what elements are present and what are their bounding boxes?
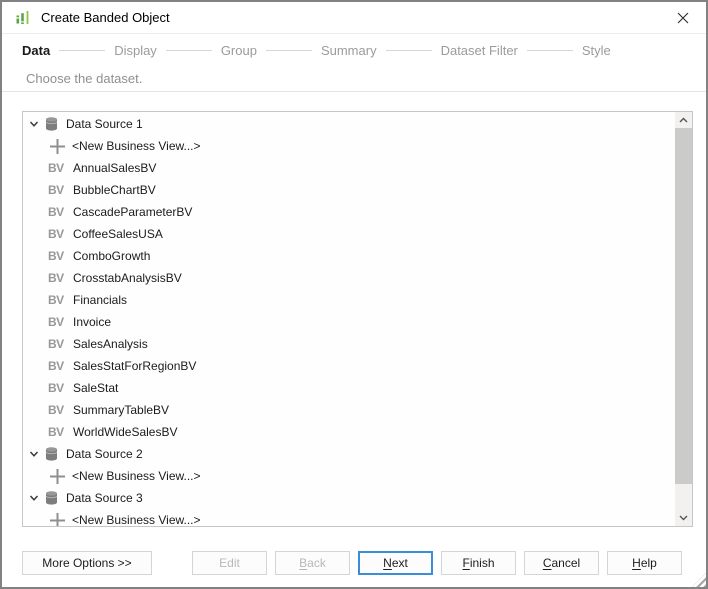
tree-node-label: <New Business View...> (72, 139, 201, 153)
tree-node-label: WorldWideSalesBV (73, 425, 178, 439)
chevron-down-icon[interactable] (27, 491, 41, 505)
tree-row[interactable]: BV SalesAnalysis (23, 333, 674, 355)
header-separator (2, 91, 706, 92)
database-icon (43, 490, 60, 507)
tree-row[interactable]: Data Source 3 (23, 487, 674, 509)
bv-badge-icon: BV (48, 271, 64, 285)
tree-row[interactable]: BV CascadeParameterBV (23, 201, 674, 223)
bv-badge-icon: BV (48, 183, 64, 197)
close-icon[interactable] (670, 5, 696, 31)
tree-node-label: CascadeParameterBV (73, 205, 193, 219)
tree-row[interactable]: BV SaleStat (23, 377, 674, 399)
resize-grip-icon[interactable] (692, 573, 706, 587)
tree-node-label: Financials (73, 293, 128, 307)
bv-badge-icon: BV (48, 425, 64, 439)
tree-row[interactable]: BV ComboGrowth (23, 245, 674, 267)
tree-node-label: AnnualSalesBV (73, 161, 157, 175)
create-banded-object-dialog: Create Banded Object Data Display Group Sum… (0, 0, 708, 589)
bar-chart-icon (15, 9, 32, 26)
bv-badge-icon: BV (48, 293, 64, 307)
wizard-step-data[interactable]: Data (22, 43, 50, 58)
bv-badge-icon: BV (48, 381, 64, 395)
tree-row[interactable]: BV Financials (23, 289, 674, 311)
plus-icon (49, 512, 66, 526)
tree-node-label: <New Business View...> (72, 469, 201, 483)
tree-node-label: Data Source 1 (66, 117, 143, 131)
wizard-buttons: Edit Back Next Finish Cancel Help (192, 551, 690, 575)
tree-row[interactable]: BV CoffeeSalesUSA (23, 223, 674, 245)
tree-row[interactable]: Data Source 1 (23, 113, 674, 135)
tree-node-label: ComboGrowth (73, 249, 151, 263)
wizard-step-summary[interactable]: Summary (321, 43, 377, 58)
tree-row[interactable]: BV SalesStatForRegionBV (23, 355, 674, 377)
bv-badge-icon: BV (48, 403, 64, 417)
tree-node-label: Data Source 3 (66, 491, 143, 505)
tree-node-label: BubbleChartBV (73, 183, 156, 197)
bv-badge-icon: BV (48, 161, 64, 175)
bv-badge-icon: BV (48, 227, 64, 241)
database-icon (43, 446, 60, 463)
bv-badge-icon: BV (48, 315, 64, 329)
tree-node-label: Data Source 2 (66, 447, 143, 461)
wizard-step-dataset-filter[interactable]: Dataset Filter (441, 43, 518, 58)
help-button[interactable]: Help (607, 551, 682, 575)
plus-icon (49, 138, 66, 155)
finish-button[interactable]: Finish (441, 551, 516, 575)
tree-row[interactable]: BV CrosstabAnalysisBV (23, 267, 674, 289)
tree-row[interactable]: BV WorldWideSalesBV (23, 421, 674, 443)
tree-row[interactable]: <New Business View...> (23, 465, 674, 487)
tree-row[interactable]: Data Source 2 (23, 443, 674, 465)
wizard-subtitle: Choose the dataset. (26, 71, 143, 86)
back-button[interactable]: Back (275, 551, 350, 575)
wizard-step-group[interactable]: Group (221, 43, 257, 58)
tree-node-label: CrosstabAnalysisBV (73, 271, 182, 285)
chevron-up-icon[interactable] (675, 112, 692, 128)
bv-badge-icon: BV (48, 205, 64, 219)
plus-icon (49, 468, 66, 485)
chevron-down-icon[interactable] (675, 510, 692, 526)
wizard-steps: Data Display Group Summary Dataset Filter Sty… (22, 38, 690, 62)
database-icon (43, 116, 60, 133)
step-connector (165, 49, 212, 51)
vertical-scrollbar[interactable] (675, 112, 692, 526)
title-bar: Create Banded Object (2, 2, 706, 34)
tree-node-label: SaleStat (73, 381, 119, 395)
tree-node-label: SummaryTableBV (73, 403, 170, 417)
tree-row[interactable]: <New Business View...> (23, 135, 674, 157)
edit-button[interactable]: Edit (192, 551, 267, 575)
window-title: Create Banded Object (41, 10, 170, 25)
step-connector (526, 49, 573, 51)
wizard-step-display[interactable]: Display (114, 43, 157, 58)
tree-node-label: SalesAnalysis (73, 337, 148, 351)
tree-node-label: SalesStatForRegionBV (73, 359, 197, 373)
tree-row[interactable]: <New Business View...> (23, 509, 674, 527)
chevron-down-icon[interactable] (27, 447, 41, 461)
tree-node-label: <New Business View...> (72, 513, 201, 527)
dataset-tree: Data Source 1 <New Business View...> BV Ann… (23, 113, 674, 527)
tree-row[interactable]: BV SummaryTableBV (23, 399, 674, 421)
more-options-button[interactable]: More Options >> (22, 551, 152, 575)
chevron-down-icon[interactable] (27, 117, 41, 131)
tree-node-label: CoffeeSalesUSA (73, 227, 163, 241)
step-connector (385, 49, 432, 51)
dataset-tree-panel: Data Source 1 <New Business View...> BV Ann… (22, 111, 693, 527)
next-button[interactable]: Next (358, 551, 433, 575)
tree-row[interactable]: BV Invoice (23, 311, 674, 333)
bv-badge-icon: BV (48, 337, 64, 351)
step-connector (265, 49, 312, 51)
tree-node-label: Invoice (73, 315, 112, 329)
tree-row[interactable]: BV AnnualSalesBV (23, 157, 674, 179)
tree-row[interactable]: BV BubbleChartBV (23, 179, 674, 201)
bv-badge-icon: BV (48, 359, 64, 373)
bv-badge-icon: BV (48, 249, 64, 263)
scrollbar-thumb[interactable] (675, 128, 692, 484)
step-connector (59, 49, 106, 51)
wizard-step-style[interactable]: Style (582, 43, 611, 58)
cancel-button[interactable]: Cancel (524, 551, 599, 575)
